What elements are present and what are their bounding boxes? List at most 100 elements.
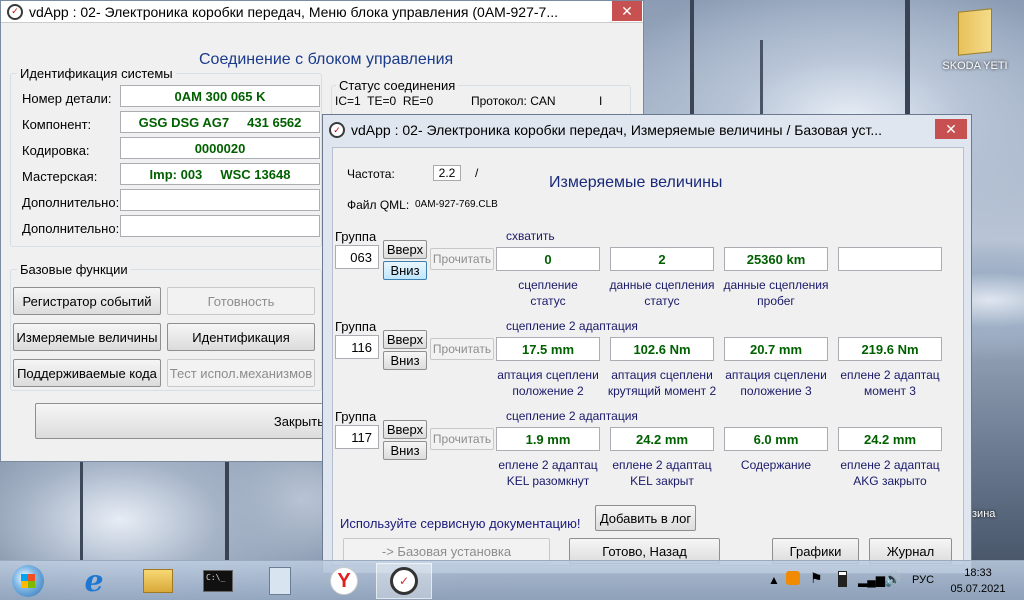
close-icon[interactable]: ✕ — [612, 1, 642, 21]
desktop-partial-label: зина — [972, 508, 996, 520]
read-button[interactable]: Прочитать — [430, 338, 494, 360]
value-desc-line2: положение 3 — [740, 384, 812, 398]
value-desc-line2: положение 2 — [512, 384, 584, 398]
value-field — [838, 247, 942, 271]
volume-icon[interactable]: 🔊 — [884, 571, 901, 588]
readiness-button[interactable]: Готовность — [167, 287, 315, 315]
flag-icon[interactable]: ⚑ — [810, 570, 823, 587]
extra-label-2: Дополнительно: — [22, 221, 120, 236]
signal-icon[interactable]: ▂▄▆ — [858, 573, 885, 587]
value-field: 24.2 mm — [838, 427, 942, 451]
value-desc-line2: момент 3 — [864, 384, 916, 398]
calculator-icon — [269, 567, 291, 595]
value-field: 219.6 Nm — [838, 337, 942, 361]
value-desc-line1: Содержание — [740, 458, 812, 472]
value-field: 20.7 mm — [724, 337, 828, 361]
tray-chevron-icon[interactable]: ▲ — [768, 573, 780, 587]
value-desc-line2: AKG закрыто — [853, 474, 927, 488]
ident-group-title: Идентификация системы — [17, 66, 176, 81]
value-desc-line1: еплене 2 адаптац — [498, 458, 598, 472]
taskbar-explorer[interactable] — [130, 563, 186, 599]
component-field: GSG DSG AG7 431 6562 — [120, 111, 320, 133]
group-number-input[interactable]: 116 — [335, 335, 379, 359]
tray-app-icon[interactable] — [786, 571, 800, 585]
part-number-field: 0AM 300 065 K — [120, 85, 320, 107]
taskbar-yandex[interactable]: Y — [316, 563, 372, 599]
start-button[interactable] — [0, 563, 56, 599]
value-desc-line1: еплене 2 адаптац — [840, 368, 940, 382]
down-button[interactable]: Вниз — [383, 441, 427, 460]
event-log-button[interactable]: Регистратор событий — [13, 287, 161, 315]
read-button[interactable]: Прочитать — [430, 248, 494, 270]
frequency-value: 2.2 — [433, 165, 461, 181]
value-desc-line2: статус — [644, 294, 680, 308]
coding-label: Кодировка: — [22, 143, 90, 158]
up-button[interactable]: Вверх — [383, 420, 427, 439]
folder-icon — [958, 8, 992, 56]
supported-codes-button[interactable]: Поддерживаемые кода — [13, 359, 161, 387]
value-desc-line1: аптация сцеплени — [725, 368, 827, 382]
value-field: 2 — [610, 247, 714, 271]
up-button[interactable]: Вверх — [383, 240, 427, 259]
taskbar-calculator[interactable] — [252, 563, 308, 599]
language-indicator[interactable]: РУС — [912, 574, 934, 586]
coding-field: 0000020 — [120, 137, 320, 159]
measured-values-button[interactable]: Измеряемые величины — [13, 323, 161, 351]
shortcut-label: SKODA YETI — [942, 60, 1008, 72]
group-caption: сцепление 2 адаптация — [506, 319, 638, 333]
battery-icon[interactable] — [838, 571, 847, 587]
connection-heading: Соединение с блоком управления — [199, 51, 454, 68]
status-group-title: Статус соединения — [336, 78, 459, 93]
desktop-shortcut[interactable]: SKODA YETI — [940, 6, 1010, 76]
close-button[interactable]: Закрыть — [35, 403, 331, 439]
value-desc-line2: крутящий момент 2 — [607, 384, 717, 398]
value-desc-line1: аптация сцеплени — [497, 368, 599, 382]
taskbar: e C:\_ Y ✓ ▲ ⚑ ▂▄▆ 🔊 РУС 18:33 05.07.202… — [0, 560, 1024, 600]
value-desc-line1: еплене 2 адаптац — [612, 458, 712, 472]
part-number-label: Номер детали: — [22, 91, 112, 106]
identification-button[interactable]: Идентификация — [167, 323, 315, 351]
taskbar-ie[interactable]: e — [66, 563, 122, 599]
add-to-log-button[interactable]: Добавить в лог — [595, 505, 696, 531]
tree-decoration — [80, 462, 83, 560]
extra-field-1 — [120, 189, 320, 211]
value-desc-line2: KEL закрыт — [630, 474, 694, 488]
group-label: Группа — [335, 409, 377, 424]
taskbar-vdapp[interactable]: ✓ — [376, 563, 432, 599]
basic-functions-title: Базовые функции — [17, 262, 131, 277]
meas-titlebar[interactable]: ✓ vdApp : 02- Электроника коробки переда… — [323, 115, 971, 145]
clock-time[interactable]: 18:33 — [946, 567, 1010, 579]
group-number-input[interactable]: 117 — [335, 425, 379, 449]
component-label: Компонент: — [22, 117, 92, 132]
read-button[interactable]: Прочитать — [430, 428, 494, 450]
extra-label-1: Дополнительно: — [22, 195, 120, 210]
close-button-label: Закрыть — [273, 413, 324, 429]
taskbar-cmd[interactable]: C:\_ — [190, 563, 246, 599]
value-desc-line2: KEL разомкнут — [506, 474, 590, 488]
windows-start-icon — [12, 565, 44, 597]
group-caption: сцепление 2 адаптация — [506, 409, 638, 423]
status-separator: I — [599, 94, 603, 108]
protocol-text: Протокол: CAN — [471, 94, 556, 108]
clock-date[interactable]: 05.07.2021 — [946, 583, 1010, 595]
down-button[interactable]: Вниз — [383, 261, 427, 280]
measured-values-heading: Измеряемые величины — [549, 174, 723, 191]
group-number-input[interactable]: 063 — [335, 245, 379, 269]
value-desc-line2: статус — [530, 294, 566, 308]
group-label: Группа — [335, 229, 377, 244]
value-desc-line1: данные сцепления — [609, 278, 715, 292]
value-field: 25360 km — [724, 247, 828, 271]
workshop-label: Мастерская: — [22, 169, 98, 184]
down-button[interactable]: Вниз — [383, 351, 427, 370]
qml-file-value: 0AM-927-769.CLB — [415, 199, 498, 210]
value-field: 17.5 mm — [496, 337, 600, 361]
value-desc-line1: еплене 2 адаптац — [840, 458, 940, 472]
main-titlebar[interactable]: ✓ vdApp : 02- Электроника коробки переда… — [1, 1, 643, 23]
frequency-label: Частота: — [347, 167, 395, 181]
measured-values-window: ✓ vdApp : 02- Электроника коробки переда… — [322, 114, 972, 574]
actuator-test-button[interactable]: Тест испол.механизмов — [167, 359, 315, 387]
up-button[interactable]: Вверх — [383, 330, 427, 349]
meas-window-title: vdApp : 02- Электроника коробки передач,… — [351, 122, 883, 138]
close-icon[interactable]: ✕ — [935, 119, 967, 139]
command-prompt-icon: C:\_ — [203, 570, 233, 592]
